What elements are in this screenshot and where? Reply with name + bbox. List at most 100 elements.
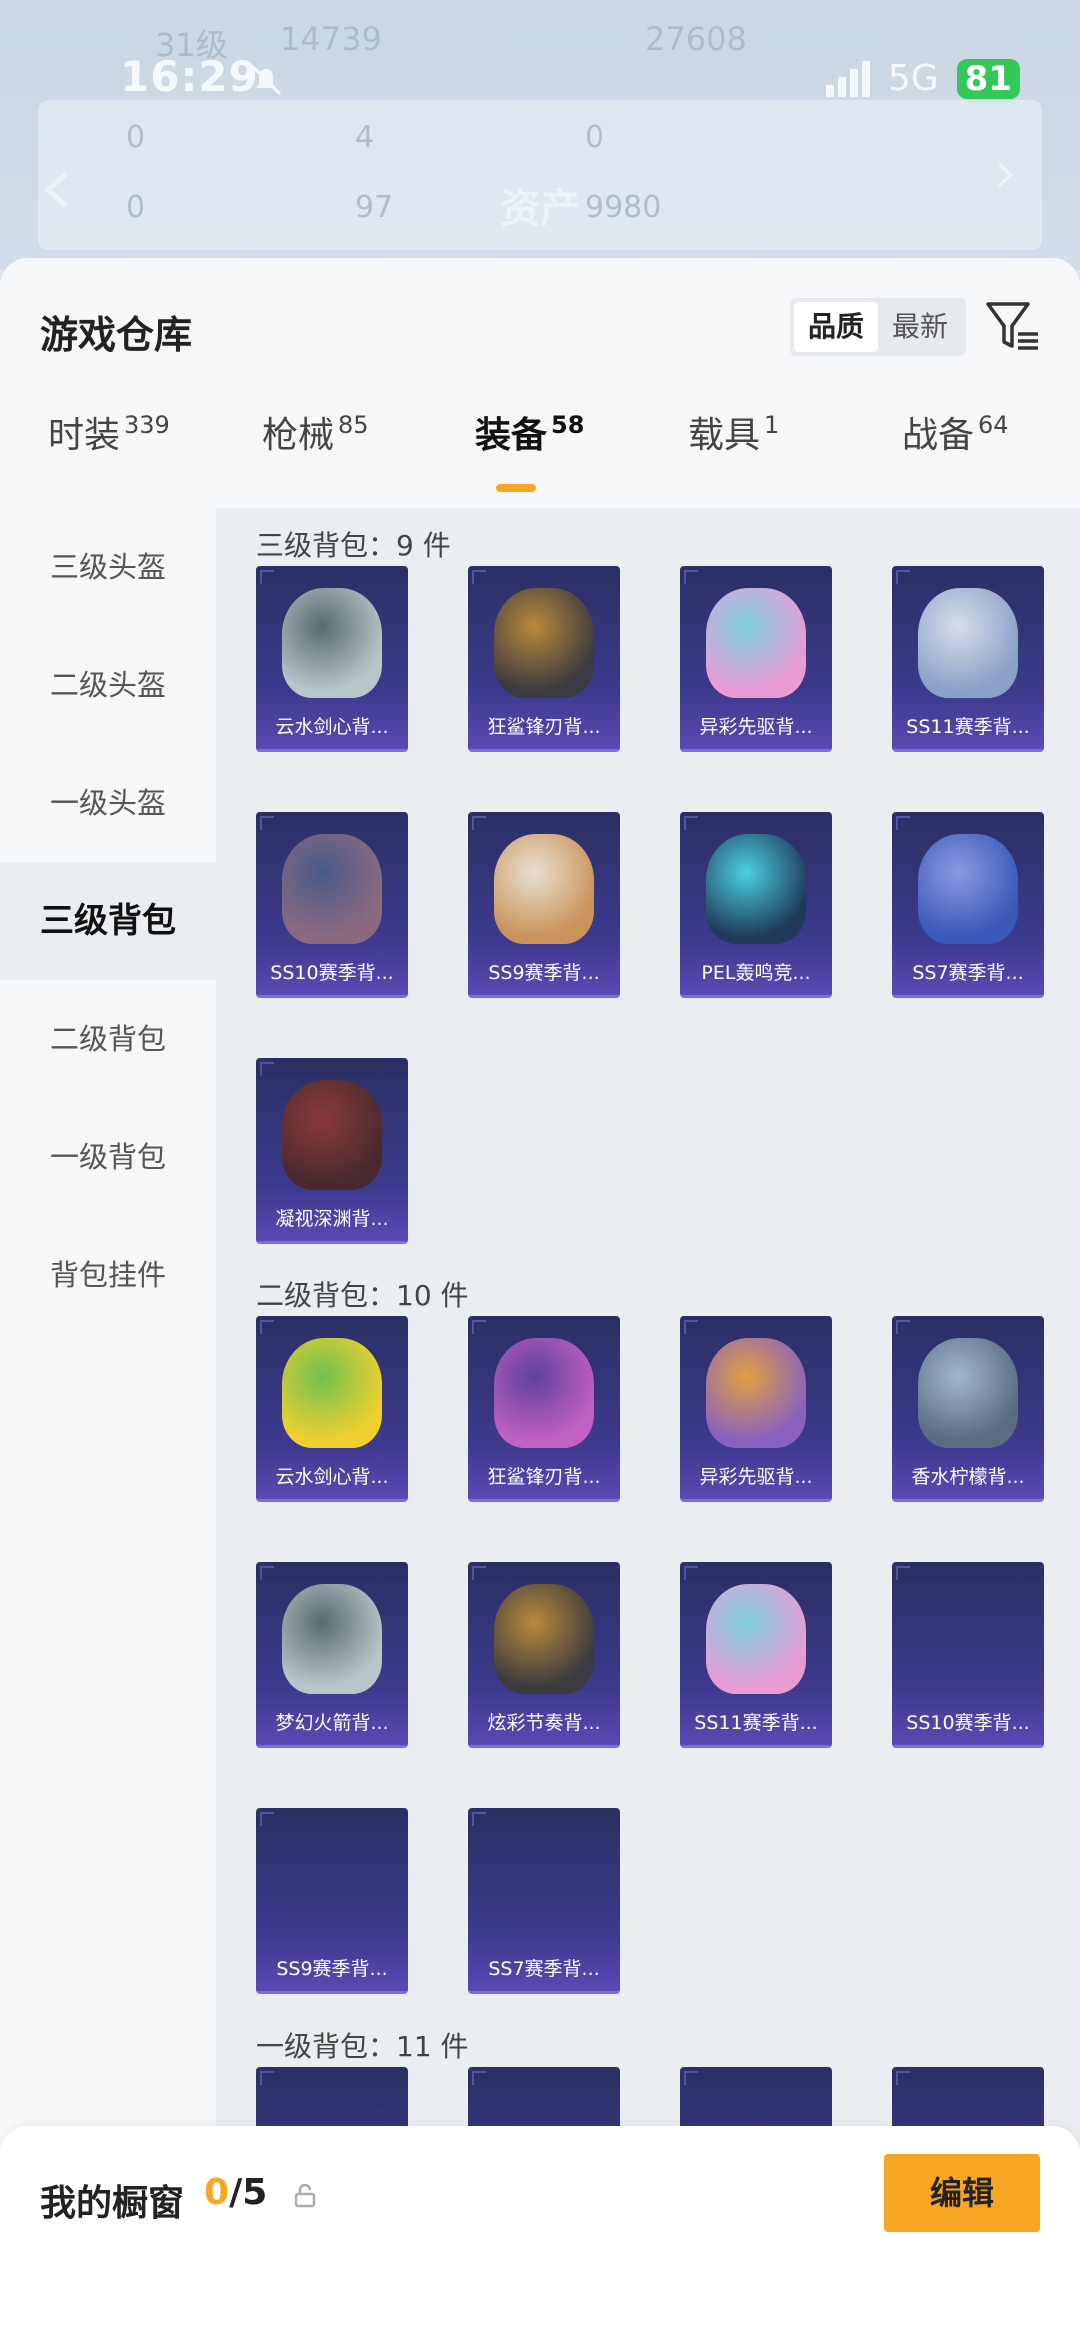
- item-card[interactable]: SS11赛季背...: [892, 566, 1044, 752]
- card-corner-decoration: [684, 1566, 698, 1580]
- backpack-image: [918, 588, 1018, 698]
- card-corner-decoration: [896, 1320, 910, 1334]
- card-corner-decoration: [896, 1566, 910, 1580]
- game-warehouse-sheet: 游戏仓库 品质 最新 时装 339 枪械 85 装备 58 载具 1 战备 64 三级头盔…: [0, 258, 1080, 2347]
- card-corner-decoration: [896, 816, 910, 830]
- backpack-image: [706, 834, 806, 944]
- tab-guns[interactable]: 枪械 85: [262, 406, 369, 458]
- item-name: 狂鲨锋刃背...: [487, 1466, 601, 1488]
- tab-count: 85: [338, 411, 369, 439]
- category-tabs: 时装 339 枪械 85 装备 58 载具 1 战备 64: [0, 406, 1080, 496]
- card-corner-decoration: [472, 2071, 486, 2085]
- active-tab-indicator: [496, 484, 536, 492]
- backpack-image: [918, 834, 1018, 944]
- item-grid: 三级背包：9 件 二级背包：10 件 一级背包：11 件 云水剑心背... 狂鲨锋…: [216, 508, 1080, 2347]
- sort-quality-button[interactable]: 品质: [794, 302, 879, 352]
- tab-count: 58: [551, 411, 585, 439]
- sort-newest-button[interactable]: 最新: [878, 302, 962, 352]
- card-corner-decoration: [684, 1320, 698, 1334]
- tab-label: 枪械: [262, 415, 335, 456]
- item-card[interactable]: 梦幻火箭背...: [256, 1562, 408, 1748]
- card-corner-decoration: [472, 570, 486, 584]
- item-card[interactable]: SS9赛季背...: [256, 1808, 408, 1994]
- sidebar-item-backpack-3[interactable]: 三级背包: [0, 862, 216, 980]
- sheet-title: 游戏仓库: [40, 313, 193, 357]
- backpack-image: [494, 834, 594, 944]
- tab-fashion[interactable]: 时装 339: [48, 406, 170, 458]
- item-card[interactable]: 云水剑心背...: [256, 566, 408, 752]
- tab-count: 339: [124, 411, 170, 439]
- item-name: SS11赛季背...: [906, 716, 1030, 738]
- item-card[interactable]: SS10赛季背...: [892, 1562, 1044, 1748]
- backpack-image: [494, 588, 594, 698]
- item-name: 异彩先驱背...: [699, 1466, 813, 1488]
- item-card[interactable]: SS11赛季背...: [680, 1562, 832, 1748]
- backpack-image: [706, 1338, 806, 1448]
- tab-gear[interactable]: 战备 64: [902, 406, 1009, 458]
- card-corner-decoration: [472, 1812, 486, 1826]
- showcase-count: 0/5: [204, 2172, 267, 2213]
- item-card[interactable]: SS9赛季背...: [468, 812, 620, 998]
- tab-count: 1: [764, 411, 780, 439]
- showcase-bar: 我的橱窗 0/5 编辑: [0, 2126, 1080, 2347]
- item-card[interactable]: SS7赛季背...: [468, 1808, 620, 1994]
- card-corner-decoration: [896, 570, 910, 584]
- item-card[interactable]: PEL轰鸣竞...: [680, 812, 832, 998]
- item-card[interactable]: 凝视深渊背...: [256, 1058, 408, 1244]
- sidebar-item-backpack-2[interactable]: 二级背包: [0, 980, 216, 1098]
- item-name: 炫彩节奏背...: [487, 1712, 601, 1734]
- backpack-image: [918, 1338, 1018, 1448]
- showcase-total: /5: [229, 2172, 268, 2213]
- filter-icon[interactable]: [984, 298, 1040, 354]
- item-card[interactable]: SS7赛季背...: [892, 812, 1044, 998]
- item-card[interactable]: 狂鲨锋刃背...: [468, 1316, 620, 1502]
- tab-equipment[interactable]: 装备 58: [475, 406, 584, 458]
- item-card[interactable]: SS10赛季背...: [256, 812, 408, 998]
- showcase-label: 我的橱窗: [40, 2183, 185, 2224]
- backpack-image: [282, 588, 382, 698]
- group-title: 三级背包：9 件: [256, 529, 451, 562]
- sidebar-item-pendant[interactable]: 背包挂件: [0, 1216, 216, 1334]
- tab-vehicles[interactable]: 载具 1: [688, 406, 779, 458]
- bg-score: 27608: [645, 20, 747, 58]
- item-card[interactable]: 香水柠檬背...: [892, 1316, 1044, 1502]
- card-corner-decoration: [260, 2071, 274, 2085]
- item-name: SS11赛季背...: [694, 1712, 818, 1734]
- item-name: 云水剑心背...: [275, 1466, 389, 1488]
- sidebar-item-backpack-1[interactable]: 一级背包: [0, 1098, 216, 1216]
- item-name: SS9赛季背...: [488, 962, 600, 984]
- item-card[interactable]: 异彩先驱背...: [680, 566, 832, 752]
- item-card[interactable]: 炫彩节奏背...: [468, 1562, 620, 1748]
- sidebar: 三级头盔 二级头盔 一级头盔 三级背包 二级背包 一级背包 背包挂件: [0, 508, 216, 2347]
- tab-label: 载具: [688, 415, 761, 456]
- card-corner-decoration: [260, 1062, 274, 1076]
- status-time: 16:29: [120, 52, 259, 101]
- mute-bell-icon: [250, 64, 282, 96]
- sidebar-item-helmet-1[interactable]: 一级头盔: [0, 744, 216, 862]
- item-card[interactable]: 云水剑心背...: [256, 1316, 408, 1502]
- item-name: SS9赛季背...: [276, 1958, 388, 1980]
- back-arrow-icon[interactable]: [38, 170, 78, 210]
- item-card[interactable]: 异彩先驱背...: [680, 1316, 832, 1502]
- item-card[interactable]: 狂鲨锋刃背...: [468, 566, 620, 752]
- card-corner-decoration: [896, 2071, 910, 2085]
- bg-stat: 4: [355, 120, 375, 155]
- bg-stat: 0: [126, 120, 146, 155]
- edit-button[interactable]: 编辑: [884, 2154, 1040, 2232]
- status-right: 5G 81: [825, 58, 1020, 99]
- tab-label: 战备: [902, 415, 975, 456]
- item-name: 香水柠檬背...: [911, 1466, 1025, 1488]
- backpack-image: [706, 1584, 806, 1694]
- card-corner-decoration: [684, 570, 698, 584]
- group-title: 一级背包：11 件: [256, 2030, 469, 2063]
- card-corner-decoration: [472, 1566, 486, 1580]
- card-corner-decoration: [260, 1812, 274, 1826]
- backpack-image: [494, 1584, 594, 1694]
- bg-assets-value: 9980: [585, 190, 662, 225]
- tab-label: 装备: [475, 415, 548, 456]
- bg-stat: 97: [355, 190, 394, 225]
- card-corner-decoration: [260, 1566, 274, 1580]
- sidebar-item-helmet-3[interactable]: 三级头盔: [0, 508, 216, 626]
- tab-label: 时装: [48, 415, 121, 456]
- sidebar-item-helmet-2[interactable]: 二级头盔: [0, 626, 216, 744]
